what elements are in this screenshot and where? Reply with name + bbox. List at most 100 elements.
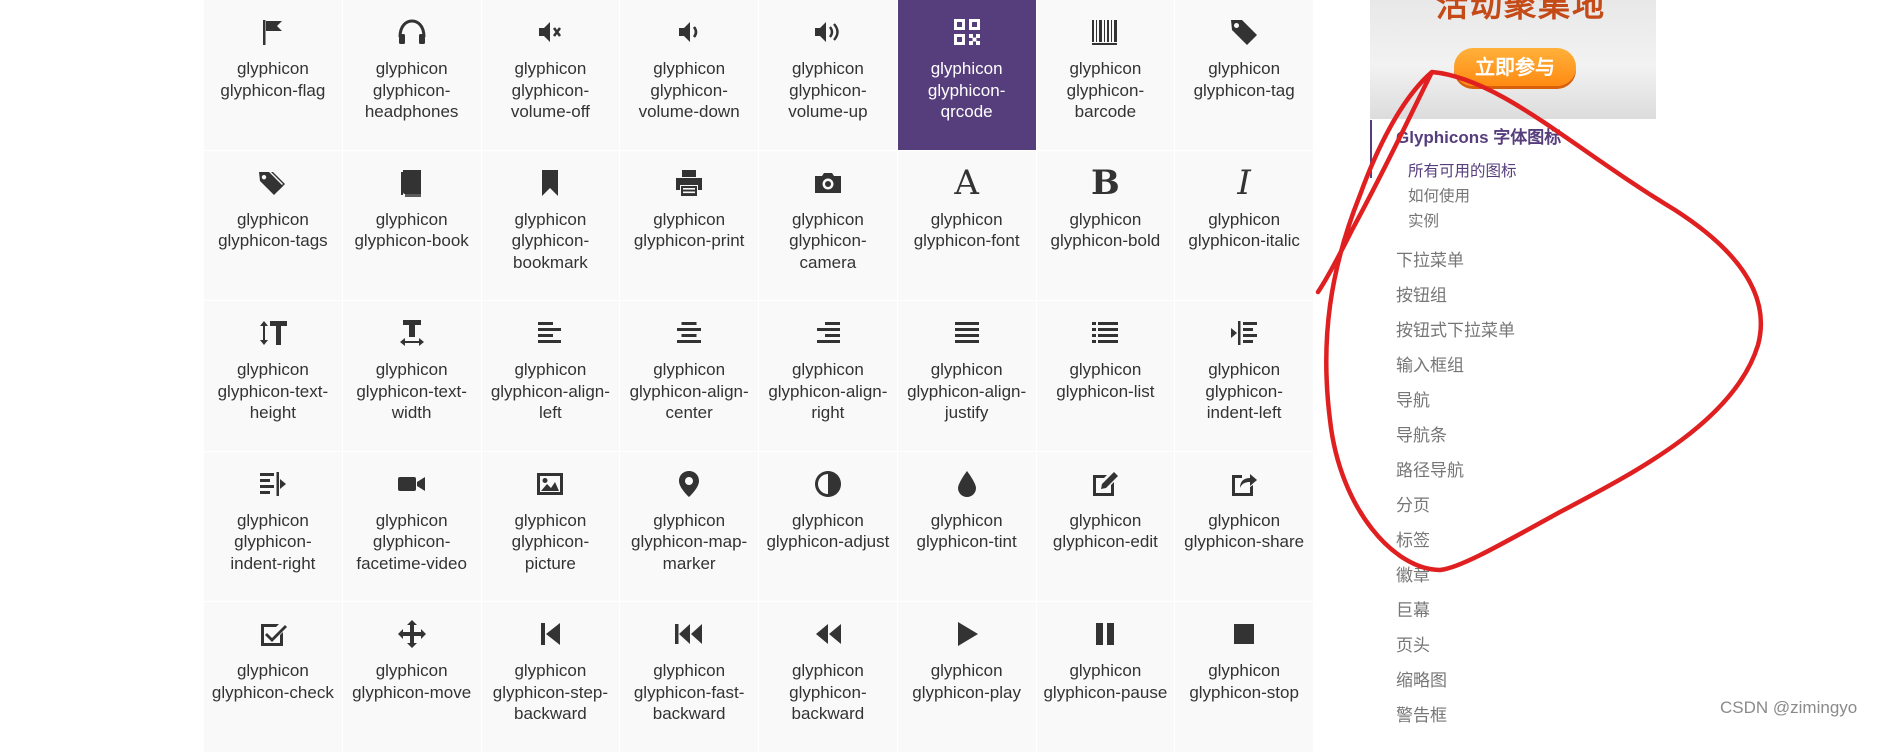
glyphicon-cell-font[interactable]: Aglyphicon glyphicon-font [897, 150, 1036, 300]
glyphicon-cell-fast-backward[interactable]: glyphicon glyphicon-fast-backward [620, 602, 758, 752]
glyphicon-cell-pause[interactable]: glyphicon glyphicon-pause [1036, 602, 1175, 752]
glyphicon-class-label: glyphicon glyphicon-font [913, 209, 1020, 251]
glyphicon-cell-flag[interactable]: glyphicon glyphicon-flag [204, 0, 342, 150]
sidebar-subitem-how-to-use[interactable]: 如何使用 [1408, 184, 1470, 206]
glyphicon-cell-play[interactable]: glyphicon glyphicon-play [897, 602, 1036, 752]
glyphicon-class-label: glyphicon glyphicon-tag [1193, 59, 1295, 100]
glyphicon-class-label: glyphicon glyphicon-align-right [768, 360, 888, 423]
qrcode-icon [951, 16, 983, 48]
glyphicon-class-label: glyphicon glyphicon-align-justify [907, 360, 1027, 423]
font-icon: A [954, 162, 979, 203]
align-center-icon [673, 317, 705, 349]
glyphicon-cell-align-justify[interactable]: glyphicon glyphicon-align-justify [897, 301, 1036, 451]
glyphicon-cell-book[interactable]: glyphicon glyphicon-book [342, 150, 481, 300]
volume-off-icon [534, 16, 566, 48]
share-icon [1228, 468, 1260, 500]
glyphicon-cell-camera[interactable]: glyphicon glyphicon-camera [759, 150, 897, 300]
glyphicon-class-label: glyphicon glyphicon-flag [220, 59, 326, 100]
ad-banner[interactable]: 活动聚集地 立即参与 [1370, 0, 1656, 119]
glyphicon-class-label: glyphicon glyphicon-facetime-video [356, 510, 467, 573]
glyphicon-class-label: glyphicon glyphicon-indent-left [1205, 360, 1283, 423]
glyphicon-cell-tag[interactable]: glyphicon glyphicon-tag [1175, 0, 1313, 150]
sidebar-item-alerts[interactable]: 警告框 [1396, 701, 1447, 726]
glyphicon-cell-italic[interactable]: Iglyphicon glyphicon-italic [1175, 150, 1313, 300]
glyphicon-class-label: glyphicon glyphicon-check [211, 661, 334, 702]
sidebar-item-input-groups[interactable]: 输入框组 [1396, 351, 1464, 376]
sidebar-item-button-dropdowns[interactable]: 按钮式下拉菜单 [1396, 316, 1515, 341]
glyphicon-class-label: glyphicon glyphicon-list [1056, 360, 1155, 401]
glyphicon-cell-stop[interactable]: glyphicon glyphicon-stop [1175, 602, 1313, 752]
glyphicon-class-label: glyphicon glyphicon-volume-up [788, 59, 868, 122]
glyphicon-cell-backward[interactable]: glyphicon glyphicon-backward [759, 602, 897, 752]
glyphicon-cell-volume-down[interactable]: glyphicon glyphicon-volume-down [620, 0, 758, 150]
move-icon [396, 618, 428, 650]
glyphicon-class-label: glyphicon glyphicon-volume-down [638, 59, 740, 122]
glyphicon-class-label: glyphicon glyphicon-volume-off [510, 59, 590, 122]
pause-icon [1089, 618, 1121, 650]
glyphicon-cell-move[interactable]: glyphicon glyphicon-move [342, 602, 481, 752]
glyphicon-cell-indent-right[interactable]: glyphicon glyphicon-indent-right [204, 451, 342, 601]
glyphicon-cell-tags[interactable]: glyphicon glyphicon-tags [204, 150, 342, 300]
sidebar-item-thumbnails[interactable]: 缩略图 [1396, 666, 1447, 691]
glyphicon-class-label: glyphicon glyphicon-play [912, 661, 1021, 702]
sidebar-item-navs[interactable]: 导航 [1396, 386, 1430, 411]
stop-icon [1228, 618, 1260, 650]
glyphicon-cell-barcode[interactable]: glyphicon glyphicon-barcode [1036, 0, 1175, 150]
text-width-icon [396, 317, 428, 349]
glyphicon-cell-edit[interactable]: glyphicon glyphicon-edit [1036, 451, 1175, 601]
glyphicon-cell-qrcode[interactable]: glyphicon glyphicon-qrcode [897, 0, 1036, 150]
glyphicon-cell-picture[interactable]: glyphicon glyphicon-picture [481, 451, 620, 601]
sidebar-item-button-groups[interactable]: 按钮组 [1396, 281, 1447, 306]
glyphicon-cell-facetime-video[interactable]: glyphicon glyphicon-facetime-video [342, 451, 481, 601]
glyphicon-cell-check[interactable]: glyphicon glyphicon-check [204, 602, 342, 752]
glyphicon-class-label: glyphicon glyphicon-pause [1043, 661, 1168, 702]
sidebar-item-pagination[interactable]: 分页 [1396, 491, 1430, 516]
glyphicon-cell-volume-up[interactable]: glyphicon glyphicon-volume-up [759, 0, 897, 150]
glyphicon-class-label: glyphicon glyphicon-edit [1052, 510, 1158, 552]
glyphicon-cell-headphones[interactable]: glyphicon glyphicon-headphones [342, 0, 481, 150]
indent-right-icon [257, 468, 289, 500]
sidebar-subitem-all-icons[interactable]: 所有可用的图标 [1408, 159, 1517, 181]
glyphicon-class-label: glyphicon glyphicon-headphones [364, 59, 459, 122]
glyphicon-cell-indent-left[interactable]: glyphicon glyphicon-indent-left [1175, 301, 1313, 451]
glyphicon-class-label: glyphicon glyphicon-indent-right [230, 510, 316, 573]
glyphicon-cell-bold[interactable]: Bglyphicon glyphicon-bold [1036, 150, 1175, 300]
glyphicon-cell-adjust[interactable]: glyphicon glyphicon-adjust [759, 451, 897, 601]
step-backward-icon [534, 618, 566, 650]
glyphicon-cell-share[interactable]: glyphicon glyphicon-share [1175, 451, 1313, 601]
glyphicon-class-label: glyphicon glyphicon-print [633, 209, 745, 251]
glyphicon-cell-align-left[interactable]: glyphicon glyphicon-align-left [481, 301, 620, 451]
glyphicon-class-label: glyphicon glyphicon-stop [1189, 661, 1299, 702]
glyphicon-cell-map-marker[interactable]: glyphicon glyphicon-map-marker [620, 451, 758, 601]
glyphicon-cell-align-right[interactable]: glyphicon glyphicon-align-right [759, 301, 897, 451]
glyphicon-class-label: glyphicon glyphicon-bookmark [511, 209, 590, 272]
glyphicon-cell-text-height[interactable]: glyphicon glyphicon-text-height [204, 301, 342, 451]
glyphicon-class-label: glyphicon glyphicon-backward [789, 661, 867, 724]
sidebar-item-badges[interactable]: 徽章 [1396, 561, 1430, 586]
backward-icon [812, 618, 844, 650]
ad-join-button[interactable]: 立即参与 [1454, 48, 1576, 86]
glyphicon-cell-align-center[interactable]: glyphicon glyphicon-align-center [620, 301, 758, 451]
flag-icon [257, 16, 289, 48]
sidebar-item-page-header[interactable]: 页头 [1396, 631, 1430, 656]
glyphicon-cell-list[interactable]: glyphicon glyphicon-list [1036, 301, 1175, 451]
glyphicon-cell-volume-off[interactable]: glyphicon glyphicon-volume-off [481, 0, 620, 150]
align-right-icon [812, 317, 844, 349]
glyphicon-cell-text-width[interactable]: glyphicon glyphicon-text-width [342, 301, 481, 451]
glyphicon-cell-bookmark[interactable]: glyphicon glyphicon-bookmark [481, 150, 620, 300]
sidebar-item-jumbotron[interactable]: 巨幕 [1396, 596, 1430, 621]
bold-icon: B [1091, 162, 1120, 203]
csdn-watermark: CSDN @zimingyo [1720, 698, 1858, 717]
glyphicon-cell-step-backward[interactable]: glyphicon glyphicon-step-backward [481, 602, 620, 752]
sidebar-item-navbar[interactable]: 导航条 [1396, 421, 1447, 446]
glyphicon-cell-print[interactable]: glyphicon glyphicon-print [620, 150, 758, 300]
sidebar-subitem-examples[interactable]: 实例 [1408, 209, 1439, 231]
sidebar-item-labels[interactable]: 标签 [1396, 526, 1430, 551]
sidebar-item-glyphicons[interactable]: Glyphicons 字体图标 [1396, 123, 1561, 148]
sidebar-item-breadcrumbs[interactable]: 路径导航 [1396, 456, 1464, 481]
edit-icon [1089, 468, 1121, 500]
glyphicon-class-label: glyphicon glyphicon-move [352, 661, 472, 702]
sidebar-item-dropdowns[interactable]: 下拉菜单 [1396, 246, 1464, 271]
glyphicon-cell-tint[interactable]: glyphicon glyphicon-tint [897, 451, 1036, 601]
text-height-icon [257, 317, 289, 349]
